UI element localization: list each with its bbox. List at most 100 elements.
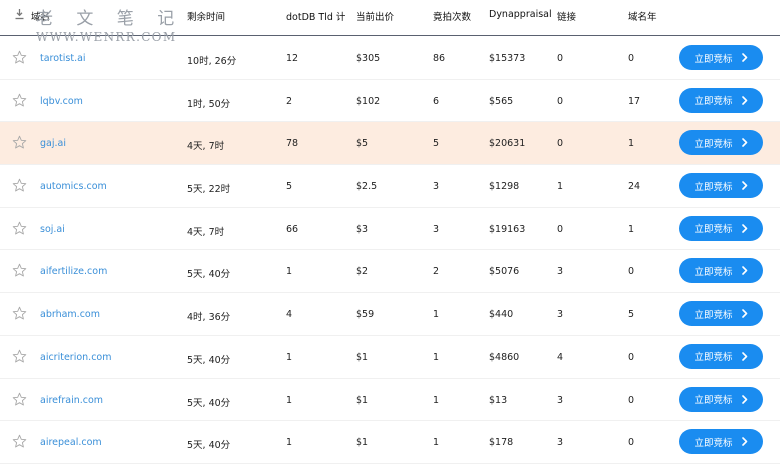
star-icon[interactable] bbox=[12, 434, 27, 449]
current-bid-cell: $1 bbox=[356, 351, 369, 363]
domain-link[interactable]: gaj.ai bbox=[40, 138, 66, 149]
appraisal-cell: $4860 bbox=[489, 351, 520, 363]
dotdb-cell: 12 bbox=[286, 53, 299, 64]
star-icon[interactable] bbox=[12, 178, 27, 193]
time-left-cell: 5天, 40分 bbox=[187, 269, 231, 281]
domain-link[interactable]: aicriterion.com bbox=[40, 352, 112, 363]
appraisal-cell: $20631 bbox=[489, 138, 526, 150]
current-bid-cell: $2.5 bbox=[356, 181, 378, 193]
table-row: tarotist.ai 10时, 26分 12 $305 86 $15373 0 0 立即竞标 bbox=[0, 37, 780, 80]
links-cell: 0 bbox=[557, 223, 564, 235]
time-left-cell: 1时, 50分 bbox=[187, 98, 231, 110]
dotdb-cell: 5 bbox=[286, 181, 293, 193]
domain-link[interactable]: abrham.com bbox=[40, 309, 100, 320]
dotdb-cell: 1 bbox=[286, 394, 293, 406]
table-header: 域名 剩余时间 dotDB Tld 计 当前出价 竟拍次数 Dynapprais… bbox=[0, 0, 780, 43]
current-bid-cell: $305 bbox=[356, 53, 381, 64]
domain-link[interactable]: airefrain.com bbox=[40, 395, 103, 406]
domain-age-cell: 5 bbox=[628, 309, 635, 321]
chevron-right-icon bbox=[741, 138, 747, 148]
star-icon[interactable] bbox=[12, 221, 27, 236]
domain-age-cell: 0 bbox=[628, 351, 635, 363]
domain-link[interactable]: automics.com bbox=[40, 181, 107, 192]
links-cell: 3 bbox=[557, 266, 564, 278]
time-left-cell: 5天, 40分 bbox=[187, 354, 231, 366]
bid-now-button[interactable]: 立即竞标 bbox=[679, 301, 763, 327]
table-row: airepeal.com 5天, 40分 1 $1 1 $178 3 0 立即竞标 bbox=[0, 421, 780, 464]
star-icon[interactable] bbox=[12, 135, 27, 150]
star-icon[interactable] bbox=[12, 93, 27, 108]
domain-link[interactable]: aifertilize.com bbox=[40, 266, 107, 277]
table-row: abrham.com 4时, 36分 4 $59 1 $440 3 5 立即竞标 bbox=[0, 293, 780, 336]
bid-now-button[interactable]: 立即竞标 bbox=[679, 87, 763, 113]
bid-now-label: 立即竞标 bbox=[694, 309, 733, 321]
domain-age-cell: 0 bbox=[628, 437, 635, 449]
chevron-right-icon bbox=[741, 437, 747, 446]
bid-now-button[interactable]: 立即竞标 bbox=[679, 343, 763, 369]
bid-now-label: 立即竞标 bbox=[694, 181, 733, 193]
domain-link[interactable]: tarotist.ai bbox=[40, 53, 86, 64]
bid-now-button[interactable]: 立即竞标 bbox=[679, 429, 763, 455]
links-cell: 3 bbox=[557, 309, 564, 321]
bid-now-label: 立即竞标 bbox=[694, 395, 733, 406]
time-left-cell: 5天, 22时 bbox=[187, 184, 231, 196]
chevron-right-icon bbox=[741, 352, 747, 361]
star-icon[interactable] bbox=[12, 349, 27, 364]
header-time-left[interactable]: 剩余时间 bbox=[187, 9, 225, 23]
current-bid-cell: $1 bbox=[356, 437, 369, 449]
appraisal-cell: $178 bbox=[489, 437, 514, 449]
domain-age-cell: 0 bbox=[628, 266, 635, 278]
chevron-right-icon bbox=[741, 266, 747, 276]
star-icon[interactable] bbox=[12, 306, 27, 321]
bid-now-label: 立即竞标 bbox=[694, 266, 733, 278]
download-icon[interactable] bbox=[14, 8, 25, 20]
domain-age-cell: 1 bbox=[628, 223, 635, 235]
chevron-right-icon bbox=[741, 394, 747, 404]
bid-now-button[interactable]: 立即竞标 bbox=[679, 215, 763, 241]
star-icon[interactable] bbox=[12, 263, 27, 278]
current-bid-cell: $59 bbox=[356, 309, 375, 321]
links-cell: 0 bbox=[557, 53, 564, 64]
header-dotdb[interactable]: dotDB Tld 计 bbox=[286, 9, 345, 23]
current-bid-cell: $3 bbox=[356, 223, 369, 235]
header-bid-count[interactable]: 竟拍次数 bbox=[433, 9, 471, 23]
table-row: soj.ai 4天, 7时 66 $3 3 $19163 0 1 立即竞标 bbox=[0, 208, 780, 251]
table-row: airefrain.com 5天, 40分 1 $1 1 $13 3 0 立即竞标 bbox=[0, 379, 780, 422]
chevron-right-icon bbox=[741, 309, 747, 318]
bid-now-button[interactable]: 立即竞标 bbox=[679, 130, 763, 156]
star-icon[interactable] bbox=[12, 392, 27, 407]
header-domain-age[interactable]: 域名年 bbox=[628, 9, 657, 23]
bid-now-button[interactable]: 立即竞标 bbox=[679, 386, 763, 412]
domain-age-cell: 1 bbox=[628, 138, 635, 150]
chevron-right-icon bbox=[741, 223, 747, 233]
domain-link[interactable]: lqbv.com bbox=[40, 96, 83, 107]
appraisal-cell: $565 bbox=[489, 95, 514, 107]
links-cell: 0 bbox=[557, 138, 564, 150]
domain-age-cell: 0 bbox=[628, 394, 635, 406]
current-bid-cell: $1 bbox=[356, 394, 369, 406]
time-left-cell: 5天, 40分 bbox=[187, 440, 231, 452]
bid-now-button[interactable]: 立即竞标 bbox=[679, 173, 763, 199]
bid-now-button[interactable]: 立即竞标 bbox=[679, 258, 763, 284]
bid-now-label: 立即竞标 bbox=[694, 96, 733, 108]
bid-count-cell: 1 bbox=[433, 351, 440, 363]
table-row: aifertilize.com 5天, 40分 1 $2 2 $5076 3 0 立即竞标 bbox=[0, 250, 780, 294]
appraisal-cell: $440 bbox=[489, 309, 514, 321]
bid-now-button[interactable]: 立即竞标 bbox=[679, 45, 763, 70]
domain-link[interactable]: soj.ai bbox=[40, 224, 65, 235]
domain-age-cell: 24 bbox=[628, 181, 641, 193]
bid-count-cell: 2 bbox=[433, 266, 440, 278]
table-row: gaj.ai 4天, 7时 78 $5 5 $20631 0 1 立即竞标 bbox=[0, 122, 780, 166]
bid-now-label: 立即竞标 bbox=[694, 138, 733, 150]
dotdb-cell: 66 bbox=[286, 223, 299, 235]
header-dynappraisal[interactable]: Dynappraisal bbox=[489, 9, 552, 20]
domain-link[interactable]: airepeal.com bbox=[40, 437, 102, 448]
chevron-right-icon bbox=[741, 181, 747, 190]
header-current-bid[interactable]: 当前出价 bbox=[356, 9, 394, 23]
star-icon[interactable] bbox=[12, 50, 27, 65]
header-links[interactable]: 链接 bbox=[557, 9, 576, 23]
bid-now-label: 立即竞标 bbox=[694, 53, 733, 65]
header-domain[interactable]: 域名 bbox=[31, 9, 50, 23]
bid-count-cell: 86 bbox=[433, 53, 446, 64]
watermark-cn: 老 文 笔 记 bbox=[36, 9, 184, 29]
